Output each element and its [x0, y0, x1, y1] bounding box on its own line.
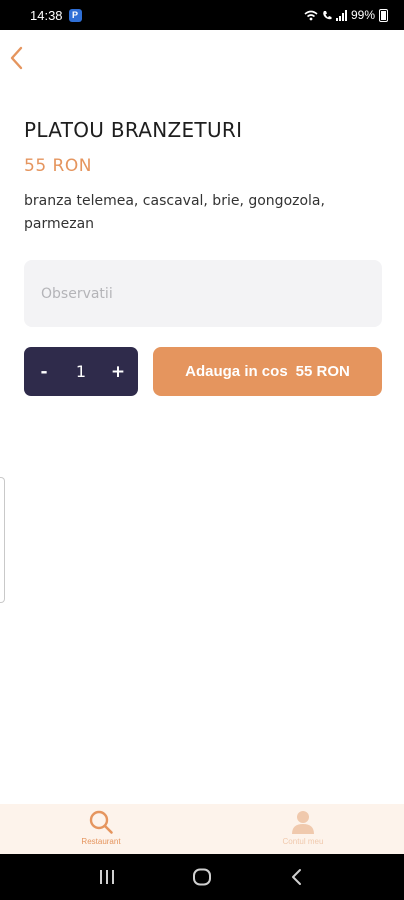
system-nav-bar — [0, 854, 404, 900]
product-title: PLATOU BRANZETURI — [24, 118, 243, 142]
tab-restaurant[interactable]: Restaurant — [0, 804, 202, 854]
increase-quantity-button[interactable]: + — [108, 362, 128, 382]
status-right: 99% — [304, 8, 388, 22]
status-left: 14:38 P — [30, 8, 82, 23]
add-to-cart-button[interactable]: Adauga in cos 55 RON — [153, 347, 382, 396]
product-price: 55 RON — [24, 156, 92, 176]
status-time: 14:38 — [30, 7, 63, 23]
back-icon — [291, 869, 301, 885]
back-button[interactable] — [6, 44, 32, 72]
status-bar: 14:38 P 99% — [0, 0, 404, 30]
tab-account[interactable]: Contul meu — [202, 804, 404, 854]
recents-button[interactable] — [87, 862, 127, 892]
quantity-stepper: - 1 + — [24, 347, 138, 396]
call-icon — [323, 10, 332, 19]
quantity-value: 1 — [75, 362, 87, 381]
wifi-icon — [304, 10, 318, 20]
recents-icon — [100, 870, 115, 884]
home-button[interactable] — [182, 862, 222, 892]
battery-icon — [379, 8, 388, 22]
add-to-cart-price: 55 RON — [295, 363, 350, 380]
product-description: branza telemea, cascaval, brie, gongozol… — [24, 193, 325, 232]
add-to-cart-label: Adauga in cos — [185, 363, 288, 380]
battery-percent: 99% — [350, 8, 375, 22]
decrease-quantity-button[interactable]: - — [34, 362, 54, 382]
bottom-tab-bar: Restaurant Contul meu — [0, 804, 404, 854]
home-icon — [192, 868, 211, 886]
tab-account-label: Contul meu — [282, 837, 324, 846]
tab-restaurant-label: Restaurant — [81, 837, 121, 846]
notes-field[interactable] — [24, 260, 382, 327]
chevron-left-icon — [10, 46, 23, 70]
user-icon — [292, 811, 314, 834]
search-icon — [89, 810, 113, 834]
signal-icon — [335, 9, 347, 21]
back-nav-button[interactable] — [277, 862, 317, 892]
app-notification-icon: P — [68, 8, 82, 22]
edge-panel-handle[interactable] — [0, 477, 5, 603]
